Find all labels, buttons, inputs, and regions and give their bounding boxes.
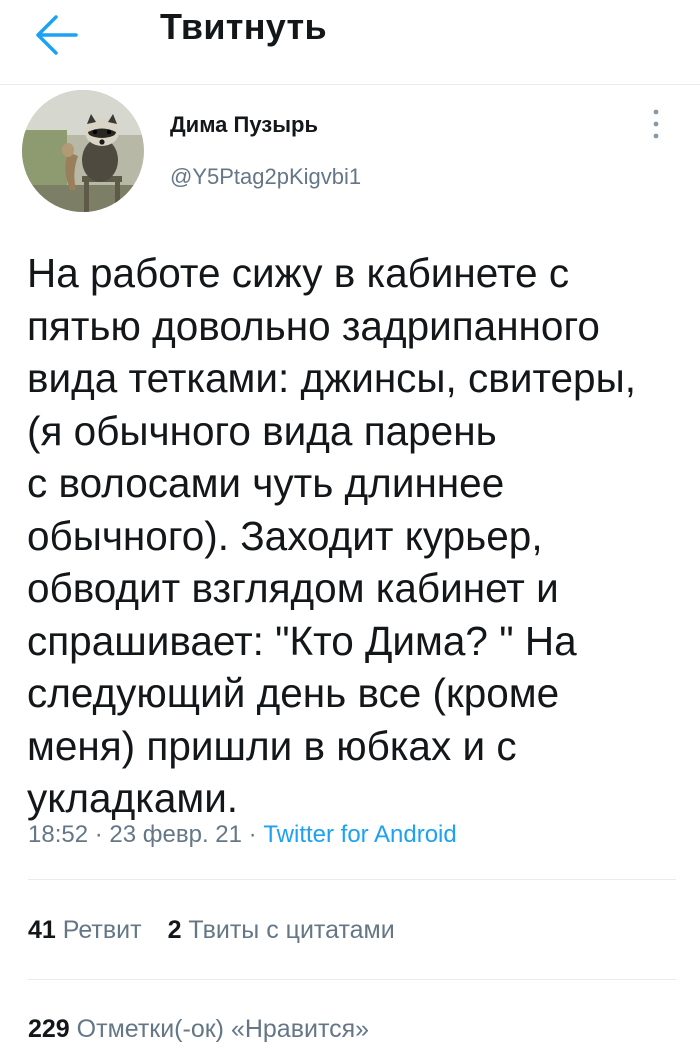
divider [28, 879, 676, 880]
page-title: Твитнуть [160, 6, 327, 47]
like-label: Отметки(-ок) «Нравится» [76, 1015, 370, 1043]
meta-separator: · [88, 821, 110, 848]
meta-separator: · [241, 821, 264, 848]
tweet-source-link[interactable]: Twitter for Android [263, 821, 456, 848]
retweet-count: 41 [28, 916, 56, 944]
divider [28, 979, 676, 980]
quote-count: 2 [167, 916, 182, 944]
author-handle[interactable]: @Y5Ptag2pKigvbi1 [170, 164, 361, 190]
top-bar: Твитнуть [0, 0, 700, 85]
retweet-label: Ретвит [62, 916, 142, 944]
like-stats[interactable]: 229 Отметки(-ок) «Нравится» [28, 1015, 369, 1044]
tweet-meta: 18:52 · 23 февр. 21 · Twitter for Androi… [28, 821, 457, 849]
quote-label: Твиты с цитатами [188, 916, 395, 944]
like-count: 229 [28, 1015, 70, 1043]
back-arrow-icon[interactable] [32, 12, 82, 58]
retweet-stats[interactable]: 41 Ретвит 2 Твиты с цитатами [28, 916, 395, 945]
tweet-text: На работе сижу в кабинете с пятью доволь… [27, 250, 636, 821]
more-options-icon[interactable] [644, 104, 668, 148]
author-name[interactable]: Дима Пузырь [170, 112, 318, 138]
tweet-time: 18:52 [28, 821, 89, 848]
avatar[interactable] [22, 90, 144, 212]
tweet-date: 23 февр. 21 [109, 821, 242, 848]
